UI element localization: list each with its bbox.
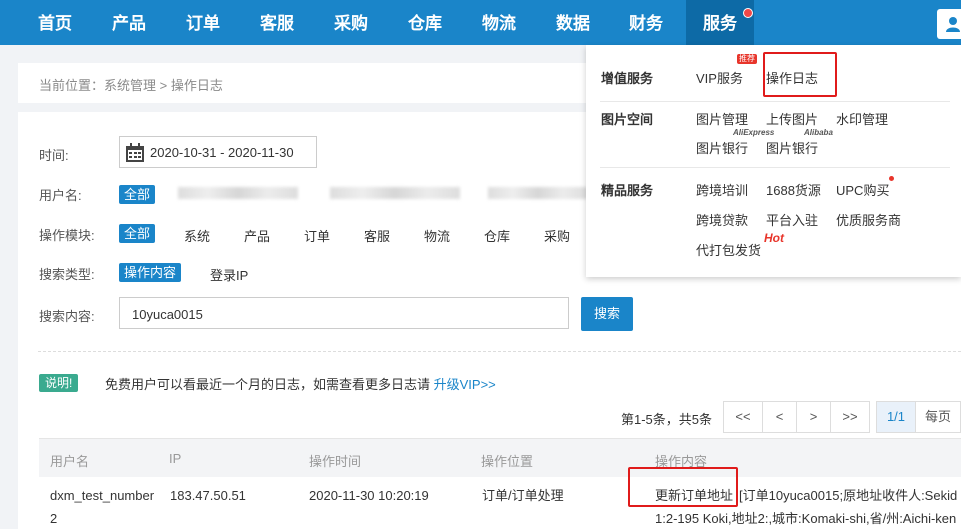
pager-info: 第1-5条，共5条: [621, 412, 713, 427]
menu-vip-service[interactable]: VIP服务: [696, 68, 743, 87]
nav-data[interactable]: 数据: [540, 0, 606, 45]
breadcrumb: 当前位置：系统管理 > 操作日志: [39, 78, 223, 93]
module-filter-all[interactable]: 全部: [119, 224, 156, 243]
menu-platform-entry[interactable]: 平台入驻: [766, 210, 818, 229]
table-header: 用户名 IP 操作时间 操作位置 操作内容: [39, 438, 961, 477]
nav-purchasing[interactable]: 采购: [318, 0, 384, 45]
menu-upc-purchase[interactable]: UPC购买: [836, 180, 889, 199]
module-purchasing[interactable]: 采购: [544, 226, 570, 245]
redacted-user[interactable]: [488, 187, 588, 199]
search-input[interactable]: 10yuca0015: [119, 297, 569, 329]
menu-divider: [600, 101, 950, 102]
date-range-value: 2020-10-31 - 2020-11-30: [150, 145, 294, 160]
row-time: 2020-11-30 10:20:19: [309, 488, 429, 503]
recommend-badge: 推荐: [737, 54, 757, 64]
pager-current[interactable]: 1/1: [876, 401, 916, 433]
module-logistics[interactable]: 物流: [424, 226, 450, 245]
date-range-input[interactable]: 2020-10-31 - 2020-11-30: [119, 136, 317, 168]
section-premium-services: 精品服务: [601, 183, 654, 198]
search-type-content[interactable]: 操作内容: [119, 263, 182, 282]
upc-new-dot: [889, 176, 894, 181]
calendar-icon: [126, 143, 144, 162]
row-detail-line2: 1:2-195 Koki,地址2:,城市:Komaki-shi,省/州:Aich…: [655, 511, 957, 526]
user-menu[interactable]: [937, 9, 961, 39]
divider: [38, 351, 961, 352]
module-orders[interactable]: 订单: [304, 226, 330, 245]
highlight-box-operation-log: [763, 52, 837, 97]
notification-dot: [743, 8, 753, 18]
menu-1688-sourcing[interactable]: 1688货源: [766, 180, 821, 199]
search-content-label: 搜索内容:: [39, 309, 95, 324]
menu-packing-shipping[interactable]: 代打包发货: [696, 240, 761, 259]
highlight-box-action: [628, 467, 738, 507]
time-label: 时间:: [39, 148, 69, 163]
nav-services[interactable]: 服务: [686, 0, 754, 45]
section-image-space: 图片空间: [601, 112, 654, 127]
top-nav: 首页 产品 订单 客服 采购 仓库 物流 数据 财务 服务: [0, 0, 961, 45]
services-dropdown: 增值服务 VIP服务 推荐 操作日志 图片空间 图片管理 上传图片 水印管理 A…: [586, 45, 961, 277]
user-filter-all[interactable]: 全部: [119, 185, 156, 204]
search-input-value: 10yuca0015: [132, 307, 203, 322]
row-location: 订单/订单处理: [482, 488, 564, 503]
hot-badge: Hot: [764, 231, 784, 245]
user-icon: [946, 17, 960, 32]
upgrade-vip-link[interactable]: 升级VIP>>: [434, 377, 496, 392]
aliexpress-tag: AliExpress: [733, 128, 775, 137]
menu-quality-providers[interactable]: 优质服务商: [836, 210, 901, 229]
search-type-login-ip[interactable]: 登录IP: [210, 265, 248, 284]
menu-divider: [600, 167, 950, 168]
nav-home[interactable]: 首页: [22, 0, 88, 45]
search-button[interactable]: 搜索: [581, 297, 633, 331]
menu-cross-border-loan[interactable]: 跨境贷款: [696, 210, 748, 229]
col-time: 操作时间: [309, 454, 362, 469]
redacted-user[interactable]: [178, 187, 298, 199]
pager-next[interactable]: >: [796, 401, 831, 433]
nav-orders[interactable]: 订单: [170, 0, 236, 45]
menu-watermark-manage[interactable]: 水印管理: [836, 109, 888, 128]
row-user-line2: 2: [50, 511, 58, 526]
module-label: 操作模块:: [39, 228, 95, 243]
section-value-added: 增值服务: [601, 71, 654, 86]
row-user-line1: dxm_test_number: [50, 488, 155, 503]
menu-image-bank-aliexpress[interactable]: 图片银行: [696, 138, 748, 157]
menu-image-manage[interactable]: 图片管理: [696, 109, 748, 128]
row-user: dxm_test_number 2: [50, 486, 154, 529]
row-detail-line1: [订单10yuca0015;原地址收件人:Sekid: [739, 488, 958, 503]
nav-products[interactable]: 产品: [96, 0, 162, 45]
menu-upload-image[interactable]: 上传图片: [766, 109, 818, 128]
redacted-user[interactable]: [330, 187, 460, 199]
pager-last[interactable]: >>: [830, 401, 870, 433]
col-username: 用户名: [50, 454, 90, 469]
menu-cross-border-training[interactable]: 跨境培训: [696, 180, 748, 199]
pager-per-page[interactable]: 每页: [915, 401, 961, 433]
notice-message: 免费用户可以看最近一个月的日志，如需查看更多日志请: [105, 377, 431, 392]
nav-logistics[interactable]: 物流: [466, 0, 532, 45]
notice-text: 免费用户可以看最近一个月的日志，如需查看更多日志请 升级VIP>>: [105, 374, 496, 393]
nav-finance[interactable]: 财务: [613, 0, 679, 45]
module-system[interactable]: 系统: [184, 226, 210, 245]
nav-customer-service[interactable]: 客服: [244, 0, 310, 45]
user-label: 用户名:: [39, 188, 82, 203]
menu-image-bank-alibaba[interactable]: 图片银行: [766, 138, 818, 157]
col-ip: IP: [169, 451, 182, 466]
pager-prev[interactable]: <: [762, 401, 797, 433]
pager-first[interactable]: <<: [723, 401, 763, 433]
module-warehouse[interactable]: 仓库: [484, 226, 510, 245]
module-customer-service[interactable]: 客服: [364, 226, 390, 245]
row-ip: 183.47.50.51: [170, 488, 246, 503]
search-type-label: 搜索类型:: [39, 267, 95, 282]
nav-warehouse[interactable]: 仓库: [392, 0, 458, 45]
module-products[interactable]: 产品: [244, 226, 270, 245]
notice-badge: 说明!: [39, 374, 79, 392]
col-location: 操作位置: [481, 454, 534, 469]
alibaba-tag: Alibaba: [804, 128, 833, 137]
